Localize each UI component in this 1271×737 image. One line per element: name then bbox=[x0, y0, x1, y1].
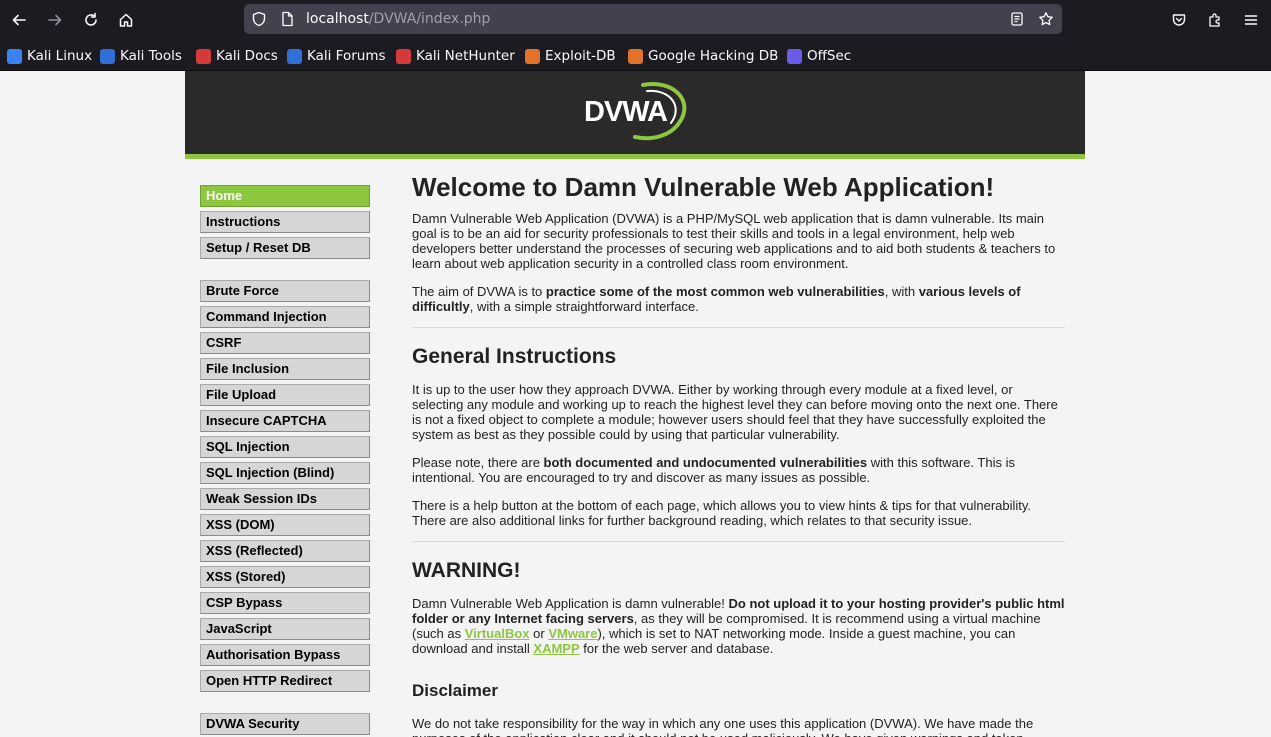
vmware-link[interactable]: VMware bbox=[548, 626, 597, 641]
pocket-icon bbox=[1172, 14, 1186, 26]
hamburger-icon bbox=[1244, 15, 1258, 25]
kali-dragon-icon bbox=[7, 48, 22, 64]
bookmark-label: Google Hacking DB bbox=[648, 48, 779, 64]
menu-item-xss-reflected[interactable]: XSS (Reflected) bbox=[200, 540, 370, 562]
url-path: /DVWA/index.php bbox=[368, 11, 491, 27]
pocket-button[interactable] bbox=[1164, 5, 1194, 35]
bookmark-star-icon[interactable] bbox=[1038, 11, 1054, 27]
bookmark-label: Kali Forums bbox=[307, 48, 386, 64]
divider bbox=[412, 327, 1065, 328]
bookmark-kali-forums[interactable]: Kali Forums bbox=[287, 47, 386, 65]
offsec-icon bbox=[787, 48, 802, 64]
puzzle-icon bbox=[1209, 13, 1220, 27]
reload-icon bbox=[85, 12, 97, 26]
arrow-right-icon bbox=[48, 14, 62, 26]
general-paragraph-1: It is up to the user how they approach D… bbox=[412, 382, 1058, 442]
virtualbox-link[interactable]: VirtualBox bbox=[465, 626, 530, 641]
general-instructions-heading: General Instructions bbox=[412, 345, 617, 368]
bookmark-kali-tools[interactable]: Kali Tools bbox=[100, 47, 182, 65]
bookmark-label: Kali Tools bbox=[120, 48, 182, 64]
bookmark-kali-docs[interactable]: Kali Docs bbox=[196, 47, 278, 65]
menu-item-sql-injection-blind[interactable]: SQL Injection (Blind) bbox=[200, 462, 370, 484]
shield-icon[interactable] bbox=[251, 11, 267, 27]
back-button[interactable] bbox=[4, 5, 34, 35]
kali-docs-icon bbox=[196, 48, 211, 64]
address-bar[interactable]: localhost/DVWA/index.php bbox=[244, 4, 1062, 34]
menu-item-home[interactable]: Home bbox=[200, 185, 370, 207]
dvwa-logo[interactable]: DVWA bbox=[583, 81, 689, 141]
kali-tools-icon bbox=[100, 48, 115, 64]
bookmark-exploit-db[interactable]: Exploit-DB bbox=[525, 47, 616, 65]
bookmark-label: Kali Docs bbox=[216, 48, 278, 64]
disclaimer-heading: Disclaimer bbox=[412, 681, 498, 700]
menu-item-authorisation-bypass[interactable]: Authorisation Bypass bbox=[200, 644, 370, 666]
home-button[interactable] bbox=[111, 5, 141, 35]
url-host: localhost bbox=[306, 11, 369, 27]
exploit-db-icon bbox=[525, 48, 540, 64]
url-text[interactable]: localhost/DVWA/index.php bbox=[306, 11, 490, 27]
reader-view-icon[interactable] bbox=[1009, 11, 1025, 27]
logo-text: DVWA bbox=[584, 96, 668, 128]
bookmark-kali-linux[interactable]: Kali Linux bbox=[7, 47, 92, 65]
page-icon[interactable] bbox=[279, 11, 295, 27]
bookmark-label: OffSec bbox=[807, 48, 852, 64]
nethunter-icon bbox=[396, 48, 411, 64]
arrow-left-icon bbox=[12, 14, 26, 26]
bookmarks-toolbar: Kali Linux Kali Tools Kali Docs Kali For… bbox=[0, 42, 1271, 69]
bookmark-kali-nethunter[interactable]: Kali NetHunter bbox=[396, 47, 515, 65]
header-accent-bar bbox=[185, 154, 1085, 159]
kali-forums-icon bbox=[287, 48, 302, 64]
menu-button[interactable] bbox=[1236, 5, 1266, 35]
menu-item-dvwa-security[interactable]: DVWA Security bbox=[200, 713, 370, 735]
warning-heading: WARNING! bbox=[412, 559, 521, 582]
menu-item-file-upload[interactable]: File Upload bbox=[200, 384, 370, 406]
menu-item-command-injection[interactable]: Command Injection bbox=[200, 306, 370, 328]
disclaimer-paragraph: We do not take responsibility for the wa… bbox=[412, 716, 1034, 737]
intro-paragraph: Damn Vulnerable Web Application (DVWA) i… bbox=[412, 211, 1056, 271]
aim-paragraph: The aim of DVWA is to practice some of t… bbox=[412, 284, 1021, 314]
menu-item-insecure-captcha[interactable]: Insecure CAPTCHA bbox=[200, 410, 370, 432]
bookmark-label: Kali Linux bbox=[27, 48, 93, 64]
ghdb-icon bbox=[628, 48, 643, 64]
menu-item-csrf[interactable]: CSRF bbox=[200, 332, 370, 354]
bookmark-label: Exploit-DB bbox=[545, 48, 616, 64]
general-paragraph-2: Please note, there are both documented a… bbox=[412, 455, 1015, 485]
home-icon bbox=[119, 13, 133, 27]
menu-item-xss-stored[interactable]: XSS (Stored) bbox=[200, 566, 370, 588]
menu-item-xss-dom[interactable]: XSS (DOM) bbox=[200, 514, 370, 536]
browser-chrome: localhost/DVWA/index.php Kali Linux Kali… bbox=[0, 0, 1271, 71]
xampp-link[interactable]: XAMPP bbox=[533, 641, 579, 656]
menu-item-sql-injection[interactable]: SQL Injection bbox=[200, 436, 370, 458]
menu-item-weak-session-ids[interactable]: Weak Session IDs bbox=[200, 488, 370, 510]
general-paragraph-3: There is a help button at the bottom of … bbox=[412, 498, 1032, 528]
menu-item-instructions[interactable]: Instructions bbox=[200, 211, 370, 233]
bookmark-offsec[interactable]: OffSec bbox=[787, 47, 851, 65]
menu-item-javascript[interactable]: JavaScript bbox=[200, 618, 370, 640]
menu-item-setup[interactable]: Setup / Reset DB bbox=[200, 237, 370, 259]
menu-item-file-inclusion[interactable]: File Inclusion bbox=[200, 358, 370, 380]
extensions-button[interactable] bbox=[1200, 5, 1230, 35]
page-header: DVWA bbox=[185, 71, 1085, 154]
forward-button[interactable] bbox=[40, 5, 70, 35]
page-title: Welcome to Damn Vulnerable Web Applicati… bbox=[412, 172, 995, 202]
menu-item-csp-bypass[interactable]: CSP Bypass bbox=[200, 592, 370, 614]
menu-item-brute-force[interactable]: Brute Force bbox=[200, 280, 370, 302]
bookmark-label: Kali NetHunter bbox=[416, 48, 515, 64]
menu-item-open-http-redirect[interactable]: Open HTTP Redirect bbox=[200, 670, 370, 692]
dvwa-page: DVWA Home Instructions Setup / Reset DB … bbox=[185, 71, 1085, 737]
bookmark-google-hacking-db[interactable]: Google Hacking DB bbox=[628, 47, 778, 65]
warning-paragraph: Damn Vulnerable Web Application is damn … bbox=[412, 596, 1065, 656]
reload-button[interactable] bbox=[76, 5, 106, 35]
divider bbox=[412, 541, 1065, 542]
